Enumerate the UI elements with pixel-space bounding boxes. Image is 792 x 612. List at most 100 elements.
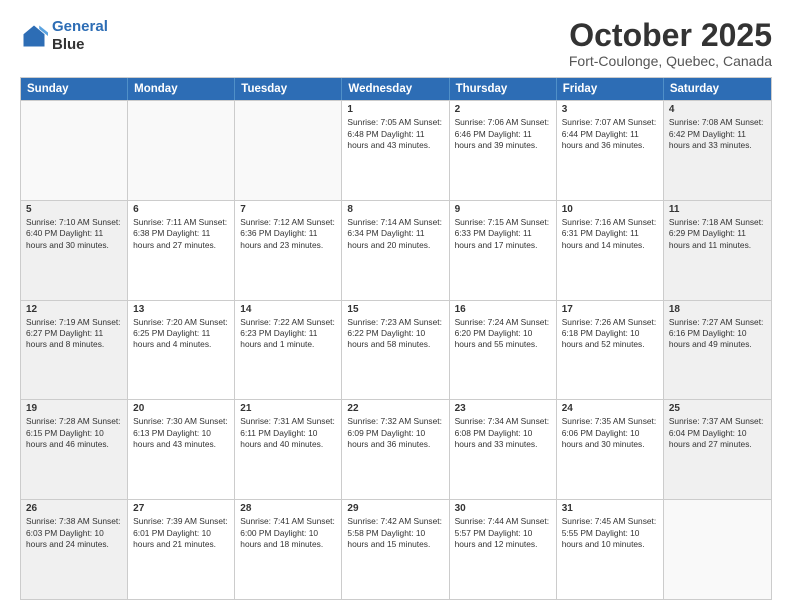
calendar-cell: 2 Sunrise: 7:06 AM Sunset: 6:46 PM Daylig… xyxy=(450,101,557,200)
calendar-cell: 22Sunrise: 7:32 AM Sunset: 6:09 PM Dayli… xyxy=(342,400,449,499)
cell-info: Sunrise: 7:41 AM Sunset: 6:00 PM Dayligh… xyxy=(240,516,336,550)
calendar-cell: 6 Sunrise: 7:11 AM Sunset: 6:38 PM Daylig… xyxy=(128,201,235,300)
day-number: 9 xyxy=(455,204,551,215)
logo-line1: General xyxy=(52,18,108,35)
cell-info: Sunrise: 7:38 AM Sunset: 6:03 PM Dayligh… xyxy=(26,516,122,550)
calendar-cell xyxy=(235,101,342,200)
calendar-cell: 4 Sunrise: 7:08 AM Sunset: 6:42 PM Daylig… xyxy=(664,101,771,200)
calendar-cell: 26 Sunrise: 7:38 AM Sunset: 6:03 PM Dayli… xyxy=(21,500,128,599)
calendar-cell: 3 Sunrise: 7:07 AM Sunset: 6:44 PM Daylig… xyxy=(557,101,664,200)
calendar-cell: 16Sunrise: 7:24 AM Sunset: 6:20 PM Dayli… xyxy=(450,301,557,400)
cell-info: Sunrise: 7:20 AM Sunset: 6:25 PM Dayligh… xyxy=(133,317,229,351)
day-number: 5 xyxy=(26,204,122,215)
calendar: SundayMondayTuesdayWednesdayThursdayFrid… xyxy=(20,77,772,600)
day-number: 2 xyxy=(455,104,551,115)
logo: General Blue xyxy=(20,18,108,54)
cell-info: Sunrise: 7:22 AM Sunset: 6:23 PM Dayligh… xyxy=(240,317,336,351)
day-number: 8 xyxy=(347,204,443,215)
day-header-saturday: Saturday xyxy=(664,78,771,100)
day-header-tuesday: Tuesday xyxy=(235,78,342,100)
cell-info: Sunrise: 7:31 AM Sunset: 6:11 PM Dayligh… xyxy=(240,416,336,450)
cell-info: Sunrise: 7:42 AM Sunset: 5:58 PM Dayligh… xyxy=(347,516,443,550)
day-header-wednesday: Wednesday xyxy=(342,78,449,100)
calendar-cell: 23 Sunrise: 7:34 AM Sunset: 6:08 PM Dayli… xyxy=(450,400,557,499)
day-number: 21 xyxy=(240,403,336,414)
day-number: 4 xyxy=(669,104,766,115)
day-header-friday: Friday xyxy=(557,78,664,100)
day-number: 13 xyxy=(133,304,229,315)
day-number: 25 xyxy=(669,403,766,414)
cell-info: Sunrise: 7:30 AM Sunset: 6:13 PM Dayligh… xyxy=(133,416,229,450)
day-header-monday: Monday xyxy=(128,78,235,100)
calendar-cell: 1Sunrise: 7:05 AM Sunset: 6:48 PM Daylig… xyxy=(342,101,449,200)
day-number: 7 xyxy=(240,204,336,215)
calendar-cell: 18 Sunrise: 7:27 AM Sunset: 6:16 PM Dayli… xyxy=(664,301,771,400)
day-number: 23 xyxy=(455,403,551,414)
cell-info: Sunrise: 7:18 AM Sunset: 6:29 PM Dayligh… xyxy=(669,217,766,251)
calendar-row-3: 12 Sunrise: 7:19 AM Sunset: 6:27 PM Dayli… xyxy=(21,300,771,400)
calendar-cell: 7 Sunrise: 7:12 AM Sunset: 6:36 PM Daylig… xyxy=(235,201,342,300)
day-header-sunday: Sunday xyxy=(21,78,128,100)
page: General Blue October 2025 Fort-Coulonge,… xyxy=(0,0,792,612)
calendar-cell: 12 Sunrise: 7:19 AM Sunset: 6:27 PM Dayli… xyxy=(21,301,128,400)
cell-info: Sunrise: 7:10 AM Sunset: 6:40 PM Dayligh… xyxy=(26,217,122,251)
calendar-header: SundayMondayTuesdayWednesdayThursdayFrid… xyxy=(21,78,771,100)
title-block: October 2025 Fort-Coulonge, Quebec, Cana… xyxy=(569,18,772,69)
cell-info: Sunrise: 7:11 AM Sunset: 6:38 PM Dayligh… xyxy=(133,217,229,251)
cell-info: Sunrise: 7:32 AM Sunset: 6:09 PM Dayligh… xyxy=(347,416,443,450)
calendar-cell: 14 Sunrise: 7:22 AM Sunset: 6:23 PM Dayli… xyxy=(235,301,342,400)
calendar-cell: 13 Sunrise: 7:20 AM Sunset: 6:25 PM Dayli… xyxy=(128,301,235,400)
day-number: 12 xyxy=(26,304,122,315)
cell-info: Sunrise: 7:08 AM Sunset: 6:42 PM Dayligh… xyxy=(669,117,766,151)
cell-info: Sunrise: 7:14 AM Sunset: 6:34 PM Dayligh… xyxy=(347,217,443,251)
day-number: 30 xyxy=(455,503,551,514)
calendar-cell: 5 Sunrise: 7:10 AM Sunset: 6:40 PM Daylig… xyxy=(21,201,128,300)
month-title: October 2025 xyxy=(569,18,772,53)
day-number: 26 xyxy=(26,503,122,514)
header: General Blue October 2025 Fort-Coulonge,… xyxy=(20,18,772,69)
day-number: 18 xyxy=(669,304,766,315)
day-number: 14 xyxy=(240,304,336,315)
cell-info: Sunrise: 7:19 AM Sunset: 6:27 PM Dayligh… xyxy=(26,317,122,351)
calendar-row-1: 1Sunrise: 7:05 AM Sunset: 6:48 PM Daylig… xyxy=(21,100,771,200)
cell-info: Sunrise: 7:15 AM Sunset: 6:33 PM Dayligh… xyxy=(455,217,551,251)
cell-info: Sunrise: 7:16 AM Sunset: 6:31 PM Dayligh… xyxy=(562,217,658,251)
calendar-cell: 31 Sunrise: 7:45 AM Sunset: 5:55 PM Dayli… xyxy=(557,500,664,599)
calendar-cell: 15Sunrise: 7:23 AM Sunset: 6:22 PM Dayli… xyxy=(342,301,449,400)
calendar-cell: 25Sunrise: 7:37 AM Sunset: 6:04 PM Dayli… xyxy=(664,400,771,499)
day-number: 29 xyxy=(347,503,443,514)
cell-info: Sunrise: 7:35 AM Sunset: 6:06 PM Dayligh… xyxy=(562,416,658,450)
cell-info: Sunrise: 7:06 AM Sunset: 6:46 PM Dayligh… xyxy=(455,117,551,151)
cell-info: Sunrise: 7:27 AM Sunset: 6:16 PM Dayligh… xyxy=(669,317,766,351)
cell-info: Sunrise: 7:05 AM Sunset: 6:48 PM Dayligh… xyxy=(347,117,443,151)
cell-info: Sunrise: 7:28 AM Sunset: 6:15 PM Dayligh… xyxy=(26,416,122,450)
cell-info: Sunrise: 7:34 AM Sunset: 6:08 PM Dayligh… xyxy=(455,416,551,450)
day-header-thursday: Thursday xyxy=(450,78,557,100)
calendar-row-4: 19 Sunrise: 7:28 AM Sunset: 6:15 PM Dayli… xyxy=(21,399,771,499)
location: Fort-Coulonge, Quebec, Canada xyxy=(569,53,772,69)
cell-info: Sunrise: 7:07 AM Sunset: 6:44 PM Dayligh… xyxy=(562,117,658,151)
calendar-cell xyxy=(21,101,128,200)
day-number: 31 xyxy=(562,503,658,514)
day-number: 3 xyxy=(562,104,658,115)
cell-info: Sunrise: 7:39 AM Sunset: 6:01 PM Dayligh… xyxy=(133,516,229,550)
cell-info: Sunrise: 7:24 AM Sunset: 6:20 PM Dayligh… xyxy=(455,317,551,351)
calendar-body: 1Sunrise: 7:05 AM Sunset: 6:48 PM Daylig… xyxy=(21,100,771,599)
calendar-cell: 17Sunrise: 7:26 AM Sunset: 6:18 PM Dayli… xyxy=(557,301,664,400)
day-number: 20 xyxy=(133,403,229,414)
cell-info: Sunrise: 7:23 AM Sunset: 6:22 PM Dayligh… xyxy=(347,317,443,351)
calendar-cell: 10Sunrise: 7:16 AM Sunset: 6:31 PM Dayli… xyxy=(557,201,664,300)
day-number: 19 xyxy=(26,403,122,414)
day-number: 28 xyxy=(240,503,336,514)
calendar-cell: 30Sunrise: 7:44 AM Sunset: 5:57 PM Dayli… xyxy=(450,500,557,599)
day-number: 11 xyxy=(669,204,766,215)
day-number: 27 xyxy=(133,503,229,514)
calendar-cell: 24Sunrise: 7:35 AM Sunset: 6:06 PM Dayli… xyxy=(557,400,664,499)
logo-icon xyxy=(20,22,48,50)
cell-info: Sunrise: 7:12 AM Sunset: 6:36 PM Dayligh… xyxy=(240,217,336,251)
cell-info: Sunrise: 7:45 AM Sunset: 5:55 PM Dayligh… xyxy=(562,516,658,550)
calendar-cell: 9 Sunrise: 7:15 AM Sunset: 6:33 PM Daylig… xyxy=(450,201,557,300)
calendar-row-5: 26 Sunrise: 7:38 AM Sunset: 6:03 PM Dayli… xyxy=(21,499,771,599)
calendar-cell: 20 Sunrise: 7:30 AM Sunset: 6:13 PM Dayli… xyxy=(128,400,235,499)
day-number: 6 xyxy=(133,204,229,215)
